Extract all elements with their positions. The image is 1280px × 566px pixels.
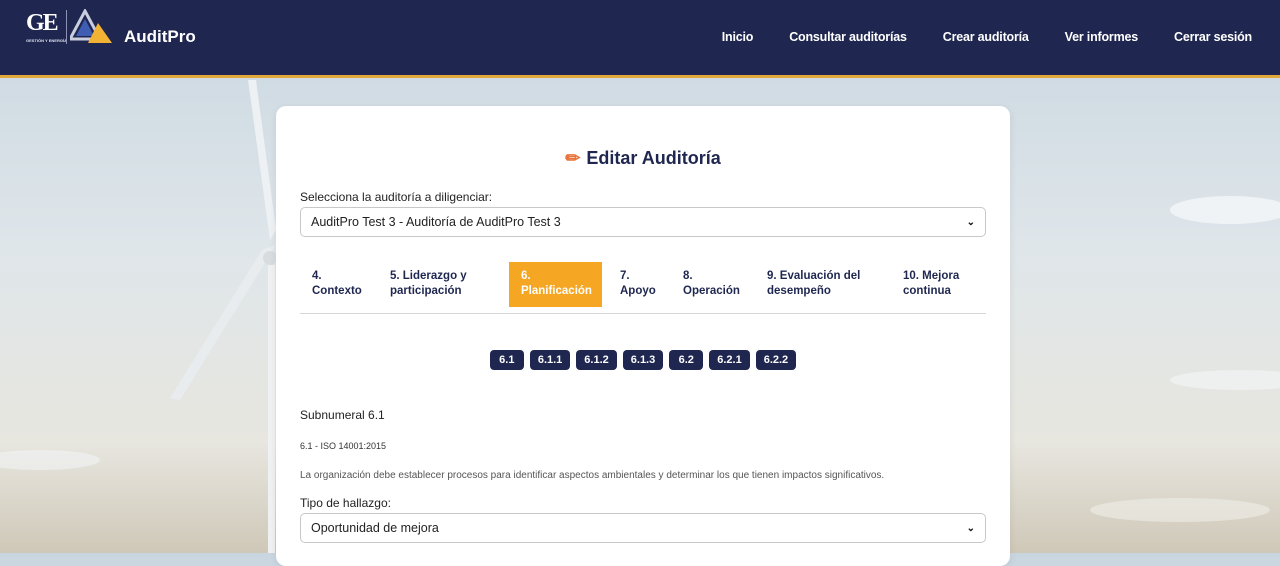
top-navbar: GE GESTIÓN Y ENERGÍA AuditPro Inicio Con… [0,0,1280,78]
nav-inicio[interactable]: Inicio [722,30,754,44]
subnumeral-6-1-2-button[interactable]: 6.1.2 [576,350,617,370]
page-title: ✏ Editar Auditoría [565,148,721,168]
tab-5-liderazgo[interactable]: 5. Liderazgo y participación [378,262,479,307]
chevron-down-icon: ⌄ [966,216,975,228]
subnumeral-6-2-button[interactable]: 6.2 [669,350,704,370]
subnumeral-6-1-1-button[interactable]: 6.1.1 [529,350,571,370]
pencil-icon: ✏ [565,148,581,168]
tab-9-evaluacion[interactable]: 9. Evaluación del desempeño [755,262,872,307]
ge-logo[interactable]: GE GESTIÓN Y ENERGÍA [26,10,67,44]
iso-reference: 6.1 - ISO 14001:2015 [300,441,387,451]
nav-consultar-auditorias[interactable]: Consultar auditorías [789,30,907,44]
audit-select[interactable]: AuditPro Test 3 - Auditoría de AuditPro … [300,207,986,237]
chevron-down-icon: ⌄ [966,522,975,534]
subnumeral-6-2-1-button[interactable]: 6.2.1 [709,350,750,370]
nav-crear-auditoria[interactable]: Crear auditoría [943,30,1029,44]
brand-name[interactable]: AuditPro [124,27,196,47]
subnumeral-6-1-3-button[interactable]: 6.1.3 [622,350,664,370]
audit-select-label: Selecciona la auditoría a diligenciar: [300,190,493,204]
subnumeral-title: Subnumeral 6.1 [300,408,385,422]
subnumeral-buttons: 6.1 6.1.1 6.1.2 6.1.3 6.2 6.2.1 6.2.2 [276,350,1010,370]
tab-7-apoyo[interactable]: 7. Apoyo [608,262,668,307]
nav-menu: Inicio Consultar auditorías Crear audito… [722,30,1252,44]
nav-ver-informes[interactable]: Ver informes [1065,30,1139,44]
tab-8-operacion[interactable]: 8. Operación [671,262,752,307]
subnumeral-6-1-button[interactable]: 6.1 [489,350,524,370]
tab-6-planificacion[interactable]: 6. Planificación [509,262,602,307]
finding-type-value: Oportunidad de mejora [311,521,439,535]
logo-divider [66,10,67,44]
audit-select-value: AuditPro Test 3 - Auditoría de AuditPro … [311,215,561,229]
tab-10-mejora[interactable]: 10. Mejora continua [891,262,971,307]
nav-cerrar-sesion[interactable]: Cerrar sesión [1174,30,1252,44]
finding-type-select[interactable]: Oportunidad de mejora ⌄ [300,513,986,543]
edit-audit-card: ✏ Editar Auditoría Selecciona la auditorí… [276,106,1010,566]
finding-type-label: Tipo de hallazgo: [300,496,391,510]
clause-tabs: 4. Contexto 5. Liderazgo y participación 6… [300,262,986,314]
auditpro-logo-icon[interactable] [70,9,112,43]
tab-4-contexto[interactable]: 4. Contexto [300,262,374,307]
requirement-description: La organización debe establecer procesos… [300,470,885,481]
subnumeral-6-2-2-button[interactable]: 6.2.2 [755,350,797,370]
